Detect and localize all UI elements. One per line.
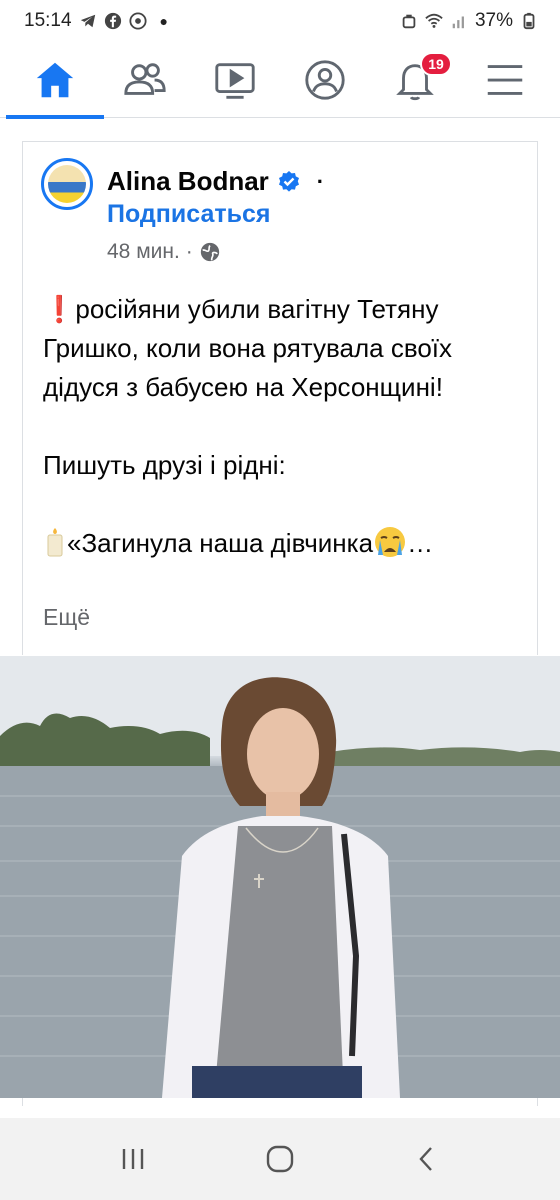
recent-apps-button[interactable] <box>109 1135 157 1183</box>
back-icon <box>419 1147 432 1171</box>
nav-profile[interactable] <box>292 42 358 118</box>
battery-icon <box>523 12 535 30</box>
battery-percent: 37% <box>474 10 513 31</box>
verified-badge-icon <box>278 170 299 192</box>
status-dot-icon: ● <box>159 13 169 29</box>
post-paragraph-3: «Загинула наша дівчинка … <box>43 524 523 563</box>
home-button[interactable] <box>256 1135 304 1183</box>
status-bar: 15:14 ● 37% <box>0 0 560 42</box>
nav-notifications[interactable]: 19 <box>382 42 452 118</box>
wifi-icon <box>425 13 443 28</box>
post-line-3: «Загинула наша дівчинка <box>67 528 374 558</box>
post-card-bottom <box>22 1098 538 1106</box>
photo-illustration <box>0 656 560 1098</box>
exclamation-icon: ❗ <box>43 294 76 324</box>
telegram-icon <box>80 14 95 28</box>
friends-icon <box>124 62 166 95</box>
chrome-status-icon <box>128 12 147 30</box>
candle-icon <box>47 528 63 557</box>
status-time: 15:14 <box>24 10 72 31</box>
notification-badge: 19 <box>420 51 452 76</box>
home-icon <box>36 62 74 97</box>
post-text: ❗російяни убили вагітну Тетяну Гришко, к… <box>43 290 523 563</box>
facebook-status-icon <box>104 12 121 30</box>
see-more-link[interactable]: Ещё <box>43 604 90 631</box>
screen: 15:14 ● 37% 19 Alina Bodnar · Подписатьс… <box>0 0 560 1200</box>
nav-home[interactable] <box>6 42 104 119</box>
post-header: Alina Bodnar · Подписаться 48 мин. · <box>41 158 521 278</box>
globe-icon <box>200 242 219 262</box>
post-meta: 48 мин. · <box>107 240 221 264</box>
follow-button[interactable]: Подписаться <box>107 200 270 229</box>
system-nav-bar <box>0 1118 560 1200</box>
avatar[interactable] <box>41 158 93 210</box>
author-name[interactable]: Alina Bodnar <box>107 166 269 197</box>
post-line-1: російяни убили вагітну Тетяну Гришко, ко… <box>43 294 453 402</box>
avatar-image <box>48 165 86 203</box>
back-button[interactable] <box>403 1135 451 1183</box>
ellipsis: … <box>407 528 434 558</box>
post-photo[interactable] <box>0 656 560 1098</box>
post-card: Alina Bodnar · Подписаться 48 мин. · ❗ро… <box>22 141 538 655</box>
meta-separator: · <box>185 240 193 263</box>
separator-dot: · <box>316 168 325 194</box>
nav-friends[interactable] <box>112 42 178 118</box>
post-time[interactable]: 48 мин. <box>107 240 180 264</box>
menu-icon <box>487 64 523 95</box>
alarm-icon <box>402 14 416 29</box>
status-right: 37% <box>400 10 538 32</box>
author-line: Alina Bodnar · <box>107 166 324 197</box>
profile-icon <box>305 59 345 100</box>
recent-apps-icon <box>123 1149 144 1169</box>
post-paragraph-2: Пишуть друзі і рідні: <box>43 450 286 480</box>
signal-icon <box>452 16 464 29</box>
top-nav-bar: 19 <box>0 42 560 119</box>
nav-menu[interactable] <box>472 42 538 118</box>
video-icon <box>215 62 255 99</box>
crying-face-icon <box>375 527 406 557</box>
status-left: 15:14 ● <box>24 10 168 32</box>
home-circle-icon <box>266 1145 294 1173</box>
nav-watch[interactable] <box>202 42 268 118</box>
post-paragraph-1: ❗російяни убили вагітну Тетяну Гришко, к… <box>43 290 523 407</box>
